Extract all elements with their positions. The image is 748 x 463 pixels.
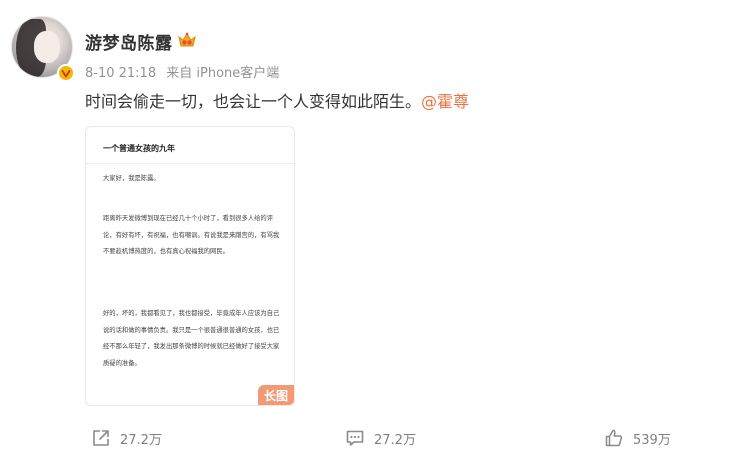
comment-button[interactable]: 27.2万 [345,428,416,448]
post-time[interactable]: 8-10 21:18 [85,66,156,81]
long-image-thumbnail[interactable]: 一个普通女孩的九年 大家好，我是陈露。 距离昨天发微博到现在已经几十个小时了，看… [85,126,295,406]
post-source: 来自 iPhone客户端 [166,66,280,81]
mention-link[interactable]: @霍尊 [421,92,469,111]
author-avatar[interactable] [11,16,75,82]
long-image-title: 一个普通女孩的九年 [103,144,175,153]
long-image-paragraph: 距离昨天发微博到现在已经几十个小时了，看到很多人给的评论，有好有坏，有祝福，也有… [103,215,280,255]
long-image-badge: 长图 [258,385,294,405]
comment-icon [346,430,364,446]
long-image-divider [86,163,294,164]
comment-count: 27.2万 [374,432,416,448]
verified-badge-icon [57,64,75,82]
author-name[interactable]: 游梦岛陈露 [85,29,173,54]
vip-crown-icon[interactable] [177,30,197,50]
like-count: 539万 [633,432,671,448]
post-body: 时间会偷走一切，也会让一个人变得如此陌生。 [85,92,422,111]
post-meta: 8-10 21:18 来自 iPhone客户端 [85,62,285,81]
like-button[interactable]: 539万 [604,428,671,448]
long-image-paragraph: 大家好，我是陈露。 [103,175,160,182]
post-text: 时间会偷走一切，也会让一个人变得如此陌生。@霍尊 [85,88,469,112]
share-count: 27.2万 [120,432,162,448]
thumbs-up-icon [605,429,623,447]
long-image-paragraph: 好的，坏的，我都看见了，我也都接受，毕竟成年人应该为自己说的话和做的事情负责。我… [103,310,280,367]
share-icon [93,430,109,446]
share-button[interactable]: 27.2万 [91,428,162,448]
